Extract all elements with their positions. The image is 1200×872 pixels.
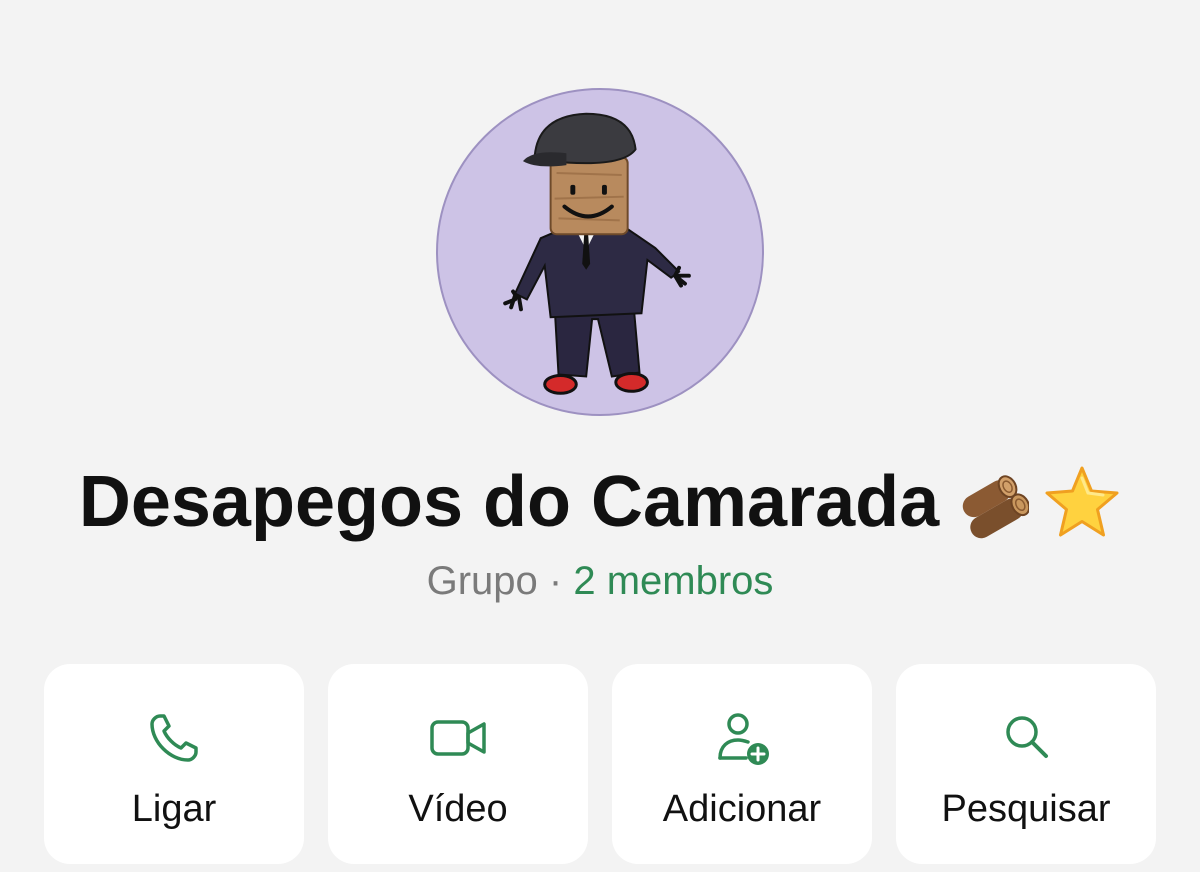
group-avatar[interactable] (436, 88, 764, 416)
video-button-label: Vídeo (408, 788, 508, 830)
wood-logs-emoji-icon (953, 462, 1030, 542)
group-type-label: Grupo (426, 559, 538, 603)
video-button[interactable]: Vídeo (328, 664, 588, 864)
group-subtitle: Grupo · 2 membros (0, 556, 1200, 606)
subtitle-separator: · (537, 559, 574, 603)
star-emoji-icon (1043, 464, 1121, 540)
call-button-label: Ligar (131, 788, 217, 830)
add-participant-button[interactable]: Adicionar (612, 664, 872, 864)
search-icon (996, 708, 1056, 768)
group-info-page: Desapegos do Camarada Grupo · 2 membros (0, 0, 1200, 872)
search-button-label: Pesquisar (941, 788, 1111, 830)
search-button[interactable]: Pesquisar (896, 664, 1156, 864)
video-camera-icon (428, 708, 488, 768)
add-person-icon (712, 708, 772, 768)
add-participant-label: Adicionar (662, 788, 822, 830)
members-count-link[interactable]: 2 membros (573, 559, 773, 603)
avatar-character-image (503, 112, 691, 395)
phone-icon (144, 708, 204, 768)
group-name-heading: Desapegos do Camarada (0, 452, 1200, 547)
action-buttons-row: Ligar Vídeo Adicionar Pesquisar (44, 664, 1156, 864)
group-name-text: Desapegos do Camarada (78, 461, 940, 542)
call-button[interactable]: Ligar (44, 664, 304, 864)
